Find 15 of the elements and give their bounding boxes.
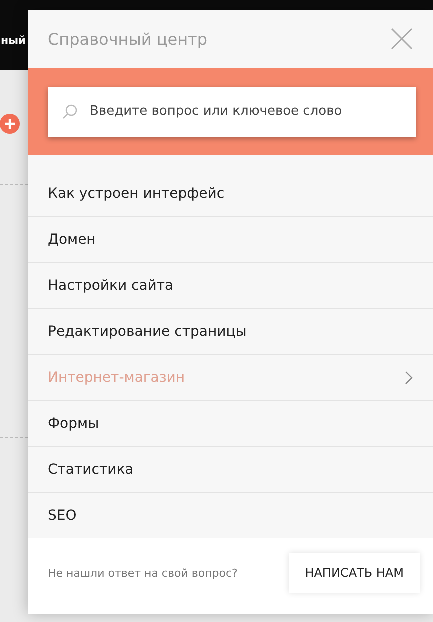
help-question: Не нашли ответ на свой вопрос? (48, 566, 238, 580)
menu-item[interactable]: Настройки сайта (28, 263, 433, 310)
menu-item[interactable]: Редактирование страницы (28, 309, 433, 356)
contact-button[interactable]: НАПИСАТЬ НАМ (289, 553, 420, 594)
menu-item[interactable]: Формы (28, 401, 433, 448)
menu-item[interactable]: SEO (28, 493, 433, 538)
plus-icon[interactable] (0, 114, 20, 134)
menu-item[interactable]: Статистика (28, 447, 433, 494)
search-field[interactable]: Введите вопрос или ключевое слово (48, 86, 416, 137)
menu-item[interactable]: Домен (28, 217, 433, 264)
menu-item[interactable]: Как устроен интерфейс (28, 171, 433, 218)
header-text: ный (0, 34, 26, 46)
search-icon (62, 104, 78, 120)
close-icon[interactable] (391, 28, 413, 50)
panel-title: Справочный центр (48, 30, 208, 49)
